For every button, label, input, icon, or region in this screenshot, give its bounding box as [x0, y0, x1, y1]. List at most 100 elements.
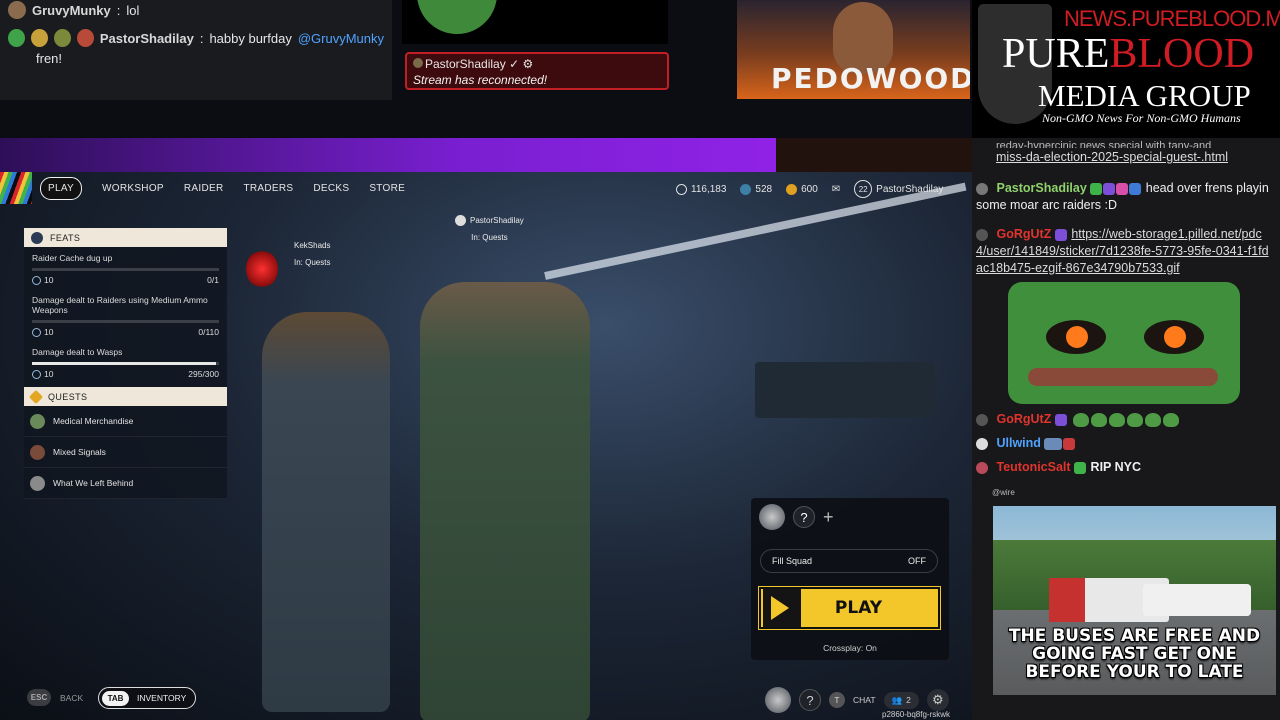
divider-bar-dark — [776, 138, 972, 172]
help-button[interactable]: ? — [799, 689, 821, 711]
chat-username[interactable]: GoRgUtZ — [996, 412, 1051, 426]
squad-avatar[interactable] — [759, 504, 785, 530]
chat-username[interactable]: GoRgUtZ — [996, 227, 1051, 241]
reward-icon — [32, 327, 41, 337]
top-nav: PLAY WORKSHOP RAIDER TRADERS DECKS STORE… — [0, 172, 976, 204]
logo-initial: P — [1002, 31, 1026, 77]
quest-item[interactable]: What We Left Behind — [24, 468, 227, 499]
chat-mention[interactable]: @GruvyMunky — [298, 31, 384, 46]
feat-progress-bar — [32, 320, 219, 323]
notice-text: Stream has reconnected! — [413, 73, 548, 87]
sticker-source: @wire — [992, 488, 1015, 497]
flag-icon — [1044, 437, 1063, 450]
chat-link-fragment[interactable]: miss-da-election-2025-special-guest-.htm… — [976, 149, 1272, 166]
quest-item[interactable]: Mixed Signals — [24, 437, 227, 468]
feat-item[interactable]: Damage dealt to Wasps 10 295/300 — [24, 341, 227, 383]
webcam-overlay: PEDOWOOD — [737, 0, 970, 99]
crossplay-status: Crossplay: On — [823, 643, 877, 653]
chat-text: RIP NYC — [1090, 460, 1142, 474]
character-pastorshadilay — [420, 282, 590, 720]
tab-store[interactable]: STORE — [369, 183, 405, 194]
chat-username[interactable]: Ullwind — [996, 436, 1040, 450]
fill-squad-value: OFF — [908, 556, 926, 566]
badge-icon — [1074, 461, 1087, 474]
chat-continuation: fren! — [36, 50, 63, 66]
settings-button[interactable]: ⚙ — [926, 689, 949, 711]
chat-username[interactable]: PastorShadilay — [100, 31, 194, 46]
gear-icon: ⚙ — [932, 692, 944, 707]
party-button[interactable]: 👥 2 — [883, 691, 919, 709]
currency-value: 116,183 — [691, 183, 727, 195]
chat-username[interactable]: TeutonicSalt — [996, 460, 1070, 474]
webcam-caption: PEDOWOOD — [771, 62, 970, 95]
quests-icon — [28, 389, 44, 404]
badge-icon — [53, 29, 71, 47]
badge-icon — [76, 29, 94, 47]
stream-screen: GruvyMunky : lol PastorShadilay : habby … — [0, 0, 1280, 720]
nav-tabs: PLAY WORKSHOP RAIDER TRADERS DECKS STORE — [40, 177, 405, 200]
tab-workshop[interactable]: WORKSHOP — [102, 183, 164, 194]
mouth — [1028, 368, 1218, 386]
player-profile[interactable]: 22 PastorShadilay — [854, 180, 943, 198]
quest-label: Mixed Signals — [53, 447, 106, 457]
player-tag: KekShads In: Quests — [294, 237, 330, 271]
avatar-icon — [976, 228, 988, 241]
badge-icon — [1116, 182, 1129, 195]
feat-label: Damage dealt to Wasps — [32, 347, 123, 357]
chat-link[interactable]: miss-da-election-2025-special-guest-.htm… — [996, 150, 1228, 164]
currency-credits: 528 — [740, 183, 772, 195]
chat-message: PastorShadilay : habby burfday @GruvyMun… — [8, 28, 384, 48]
meme-caption: THE BUSES ARE FREE AND GOING FAST GET ON… — [1008, 626, 1261, 682]
chat-username[interactable]: GruvyMunky — [32, 3, 111, 18]
feat-progress-fill — [32, 362, 216, 365]
feat-reward: 10 — [44, 275, 54, 285]
character-kekshads — [262, 312, 390, 712]
add-squad-button[interactable]: + — [823, 507, 834, 528]
feat-item[interactable]: Damage dealt to Raiders using Medium Amm… — [24, 289, 227, 341]
fill-squad-label: Fill Squad — [772, 556, 813, 566]
chat-username[interactable]: PastorShadilay — [996, 181, 1086, 195]
quest-item[interactable]: Medical Merchandise — [24, 406, 227, 437]
player-tag-name: KekShads — [294, 241, 331, 250]
mail-button[interactable]: ✉ — [832, 184, 840, 195]
feats-header[interactable]: FEATS — [24, 228, 227, 247]
pepe-emote-icon — [1091, 412, 1108, 427]
quests-header[interactable]: QUESTS — [24, 387, 227, 406]
play-button[interactable]: PLAY — [758, 586, 941, 630]
network-logo: NEWS.PUREBLOOD.MEDIA PUREBLOOD MEDIA GRO… — [972, 0, 1280, 138]
tab-raider[interactable]: RAIDER — [184, 183, 224, 194]
feat-item[interactable]: Raider Cache dug up 10 0/1 — [24, 247, 227, 289]
chat-separator: : — [199, 30, 204, 46]
back-button[interactable]: ESC BACK — [27, 689, 83, 706]
logo-tagline: Non-GMO News For Non-GMO Humans — [1042, 111, 1241, 125]
reward-icon — [32, 275, 41, 285]
logo-subtitle: MEDIA GROUP — [1038, 78, 1251, 113]
chat-message: Ullwind — [976, 435, 1272, 452]
fill-squad-toggle[interactable]: Fill Squad OFF — [760, 549, 938, 573]
inventory-button[interactable]: TAB INVENTORY — [98, 687, 197, 709]
help-button[interactable]: ? — [793, 506, 815, 528]
tab-traders[interactable]: TRADERS — [243, 183, 293, 194]
player-avatar[interactable] — [765, 687, 791, 713]
feats-quests-panel: FEATS Raider Cache dug up 10 0/1 Damage d… — [24, 228, 227, 499]
party-count: 2 — [906, 695, 911, 705]
feat-label: Raider Cache dug up — [32, 253, 113, 263]
quest-giver-icon — [30, 413, 45, 429]
mail-icon: ✉ — [831, 183, 841, 195]
player-tag-status: In: Quests — [471, 233, 508, 242]
squad-row: ? + — [759, 504, 834, 530]
tv-monitors — [755, 362, 935, 418]
feats-icon — [31, 231, 43, 244]
feat-progress-text: 0/1 — [207, 275, 219, 285]
badge-icon — [1054, 228, 1067, 241]
top-chat-panel: GruvyMunky : lol PastorShadilay : habby … — [0, 0, 392, 100]
shield-icon — [413, 58, 423, 68]
avatar-icon — [976, 413, 988, 426]
tab-decks[interactable]: DECKS — [313, 183, 349, 194]
feats-title: FEATS — [50, 232, 81, 243]
badge-icon — [1090, 182, 1103, 195]
check-icon: ✓ — [509, 57, 520, 71]
chat-key: T — [829, 692, 845, 708]
tab-play[interactable]: PLAY — [40, 177, 83, 200]
chat-button[interactable]: CHAT — [853, 695, 876, 705]
